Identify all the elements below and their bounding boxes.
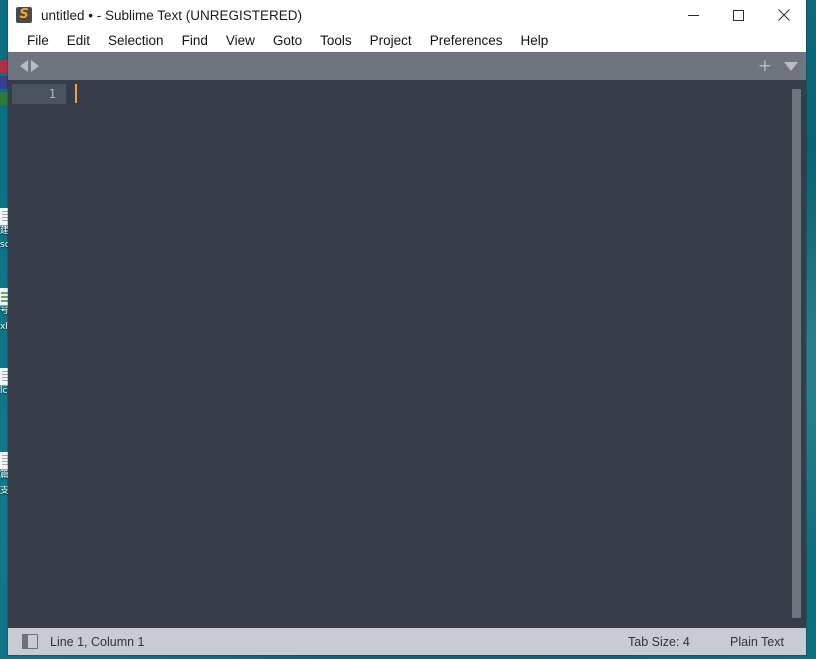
- text-content-area[interactable]: [66, 80, 806, 628]
- sublime-logo-glyph: S: [19, 7, 29, 22]
- maximize-button[interactable]: [716, 0, 761, 30]
- window-controls: [671, 0, 806, 30]
- sidebar-toggle-icon[interactable]: [22, 634, 38, 649]
- window-title: untitled • - Sublime Text (UNREGISTERED): [41, 7, 303, 23]
- menu-item-project[interactable]: Project: [361, 30, 421, 52]
- menu-item-preferences[interactable]: Preferences: [421, 30, 512, 52]
- tab-bar: +: [8, 52, 806, 80]
- line-number-gutter: 1: [8, 80, 66, 628]
- menu-item-tools[interactable]: Tools: [311, 30, 361, 52]
- menu-item-edit[interactable]: Edit: [58, 30, 99, 52]
- vertical-scrollbar-track[interactable]: [788, 80, 806, 628]
- close-button[interactable]: [761, 0, 806, 30]
- menu-item-help[interactable]: Help: [512, 30, 558, 52]
- status-bar: Line 1, Column 1 Tab Size: 4 Plain Text: [8, 628, 806, 655]
- menu-item-goto[interactable]: Goto: [264, 30, 311, 52]
- text-caret: [75, 84, 77, 103]
- vertical-scrollbar-thumb[interactable]: [792, 89, 801, 618]
- menu-item-view[interactable]: View: [217, 30, 264, 52]
- sublime-text-icon: S: [16, 7, 32, 23]
- syntax-status[interactable]: Plain Text: [730, 635, 784, 649]
- sidebar-toggle-right-pane: [28, 635, 37, 648]
- menu-bar: File Edit Selection Find View Goto Tools…: [8, 30, 806, 52]
- line-number: 1: [48, 86, 56, 101]
- chevron-right-icon[interactable]: [31, 60, 39, 72]
- menu-item-file[interactable]: File: [18, 30, 58, 52]
- editor-area[interactable]: 1: [8, 80, 806, 628]
- menu-item-selection[interactable]: Selection: [99, 30, 173, 52]
- minimize-button[interactable]: [671, 0, 716, 30]
- tab-scroll-controls: [20, 60, 39, 72]
- cursor-position-status: Line 1, Column 1: [50, 634, 145, 649]
- title-bar[interactable]: S untitled • - Sublime Text (UNREGISTERE…: [8, 0, 806, 30]
- chevron-left-icon[interactable]: [20, 60, 28, 72]
- chevron-down-icon[interactable]: [784, 61, 798, 71]
- tab-size-status[interactable]: Tab Size: 4: [628, 635, 690, 649]
- sublime-text-window: S untitled • - Sublime Text (UNREGISTERE…: [8, 0, 806, 655]
- menu-item-find[interactable]: Find: [173, 30, 217, 52]
- new-tab-button[interactable]: +: [758, 57, 772, 75]
- tab-bar-actions: +: [758, 52, 798, 80]
